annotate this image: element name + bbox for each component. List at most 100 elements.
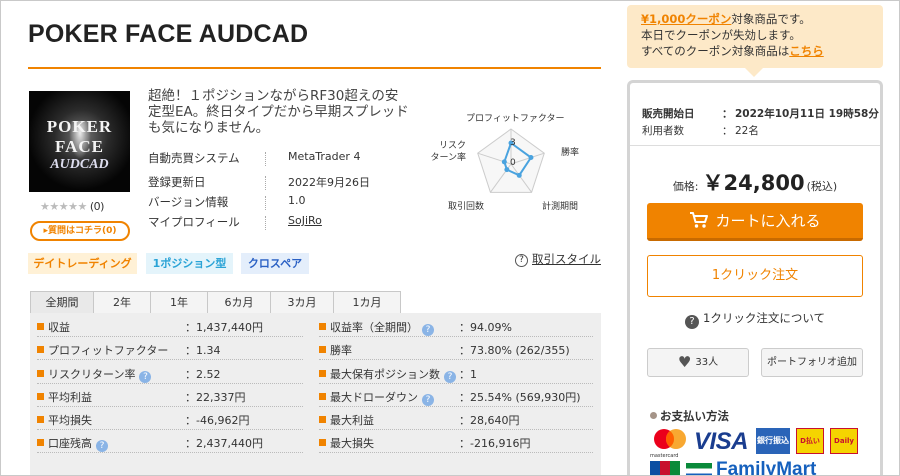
- radar-point: [528, 155, 534, 161]
- cart-label: カートに入れる: [715, 212, 821, 230]
- tag-1position[interactable]: 1ポジション型: [146, 253, 233, 274]
- stat-divider: [37, 383, 303, 384]
- question-icon: ?: [685, 315, 699, 329]
- coupon-amount-link[interactable]: ¥1,000クーポン: [641, 12, 731, 26]
- rating: ★★★★★ (0): [40, 200, 104, 213]
- stat-value: ：1.34: [185, 344, 221, 357]
- tab-2y[interactable]: 2年: [93, 291, 151, 314]
- stat-value: ：22,337円: [185, 391, 246, 404]
- coupon-text: すべてのクーポン対象商品は: [641, 44, 790, 58]
- stat-row: 最大利益 ：28,640円: [319, 409, 593, 431]
- coupon-text: 対象商品です。: [731, 12, 811, 26]
- info-separator: [265, 152, 266, 166]
- stat-value: ：2.52: [185, 368, 221, 381]
- stat-row: プロフィットファクター ：1.34: [37, 339, 303, 361]
- stat-label-text: 口座残高: [48, 437, 92, 450]
- tab-1y[interactable]: 1年: [150, 291, 208, 314]
- stat-row: 収益 ：1,437,440円: [37, 316, 303, 338]
- thumbnail-title: POKER FACE: [46, 117, 113, 156]
- tag-crosspair[interactable]: クロスペア: [241, 253, 309, 274]
- stat-label: 勝率: [330, 342, 352, 358]
- radar-scale-label: 0: [510, 158, 516, 168]
- info-separator: [265, 196, 266, 210]
- stat-value: ：-216,916円: [459, 437, 531, 450]
- trading-style-link[interactable]: 取引スタイル: [532, 252, 601, 266]
- stat-label: 平均利益: [48, 389, 92, 405]
- stat-label: 最大損失: [330, 435, 374, 451]
- help-icon[interactable]: ?: [444, 371, 456, 383]
- trading-style-help[interactable]: ? 取引スタイル: [515, 251, 601, 267]
- familymart-stripes-icon: [686, 463, 712, 476]
- coupon-list-link[interactable]: こちら: [789, 44, 824, 58]
- tab-3m[interactable]: 3カ月: [270, 291, 334, 314]
- info-value: 1.0: [288, 194, 306, 207]
- users-label: 利用者数: [642, 125, 684, 137]
- coupon-notice: ¥1,000クーポン対象商品です。 本日でクーポンが失効します。 すべてのクーポ…: [627, 5, 883, 77]
- price-value: ￥24,800: [702, 171, 805, 195]
- add-to-cart-button[interactable]: カートに入れる: [647, 203, 863, 241]
- catch-copy: 超絶！１ポジションながらRF30超えの安定型EA。終日タイプだから早期スプレッド…: [148, 88, 409, 136]
- info-label: 自動売買システム: [148, 151, 240, 165]
- stat-label-text: 最大保有ポジション数: [330, 368, 440, 381]
- daily-icon: Daily: [830, 428, 858, 454]
- stat-row: 口座残高? ：2,437,440円: [37, 432, 303, 454]
- stat-label: 収益率（全期間）?: [330, 319, 434, 336]
- stat-bullet: [319, 323, 326, 330]
- sale-colon: ：: [722, 125, 733, 137]
- tab-1m[interactable]: 1カ月: [333, 291, 401, 314]
- product-thumbnail[interactable]: POKER FACE AUDCAD: [29, 91, 130, 192]
- stat-row: 平均損失 ：-46,962円: [37, 409, 303, 431]
- info-row-system: 自動売買システム MetaTrader 4: [148, 150, 418, 170]
- stat-value: ：25.54% (569,930円): [459, 391, 581, 404]
- favorite-count: 33人: [695, 357, 719, 368]
- info-value: 2022年9月26日: [288, 176, 370, 189]
- stat-row: 勝率 ：73.80% (262/355): [319, 339, 593, 361]
- qa-button[interactable]: ▸質問はコチラ(0): [30, 221, 130, 241]
- help-icon[interactable]: ?: [96, 440, 108, 452]
- stat-label: リスクリターン率?: [48, 366, 152, 383]
- info-label: マイプロフィール: [148, 215, 240, 229]
- stat-label-text: 最大ドローダウン: [330, 391, 418, 404]
- info-separator: [265, 216, 266, 230]
- help-icon[interactable]: ?: [422, 394, 434, 406]
- help-icon[interactable]: ?: [139, 371, 152, 383]
- coupon-expiry: 本日でクーポンが失効します。: [641, 28, 801, 42]
- info-separator: [265, 176, 266, 190]
- info-row-updated: 登録更新日 2022年9月26日: [148, 174, 418, 194]
- sale-start-value: 2022年10月11日 19時58分: [735, 108, 879, 120]
- stat-bullet: [37, 346, 44, 353]
- sale-start-label: 販売開始日: [642, 108, 695, 120]
- familymart-icon: FamilyMart: [716, 459, 817, 476]
- stat-divider: [319, 452, 593, 453]
- heart-icon: ♥: [677, 353, 692, 371]
- stat-divider: [319, 383, 593, 384]
- tag-daytrading[interactable]: デイトレーディング: [28, 253, 137, 274]
- coupon-pointer: [745, 68, 763, 77]
- help-icon[interactable]: ?: [422, 324, 434, 336]
- jcb-icon: [650, 461, 680, 476]
- stat-row: 平均利益 ：22,337円: [37, 386, 303, 408]
- title-underline: [28, 67, 601, 69]
- profile-link[interactable]: SoJiRo: [288, 214, 322, 227]
- stat-row: 最大保有ポジション数? ：1: [319, 363, 593, 385]
- stat-bullet: [37, 323, 44, 330]
- cart-icon: [690, 212, 709, 228]
- bullet-icon: [650, 412, 657, 419]
- stat-bullet: [319, 439, 326, 446]
- stat-label-text: 平均利益: [48, 391, 92, 404]
- bank-transfer-icon: 銀行振込: [756, 428, 790, 454]
- add-portfolio-button[interactable]: ポートフォリオ追加: [761, 348, 863, 377]
- tab-all[interactable]: 全期間: [30, 291, 94, 314]
- tab-6m[interactable]: 6カ月: [207, 291, 271, 314]
- one-click-help-link[interactable]: ? 1クリック注文について: [630, 310, 880, 329]
- radar-axis-label-trades: 取引回数: [448, 200, 484, 212]
- stats-panel: 収益 ：1,437,440円 プロフィットファクター ：1.34 リスクリターン率? ：2…: [30, 313, 601, 476]
- rating-count: (0): [89, 200, 105, 213]
- radar-axis-label-pf: プロフィットファクター: [466, 113, 564, 124]
- one-click-order-button[interactable]: 1クリック注文: [647, 255, 863, 297]
- payment-methods-title: お支払い方法: [650, 408, 729, 424]
- stat-bullet: [319, 393, 326, 400]
- favorite-button[interactable]: ♥ 33人: [647, 348, 749, 377]
- price-tax: (税込): [806, 180, 838, 193]
- stat-label: 最大ドローダウン?: [330, 389, 434, 406]
